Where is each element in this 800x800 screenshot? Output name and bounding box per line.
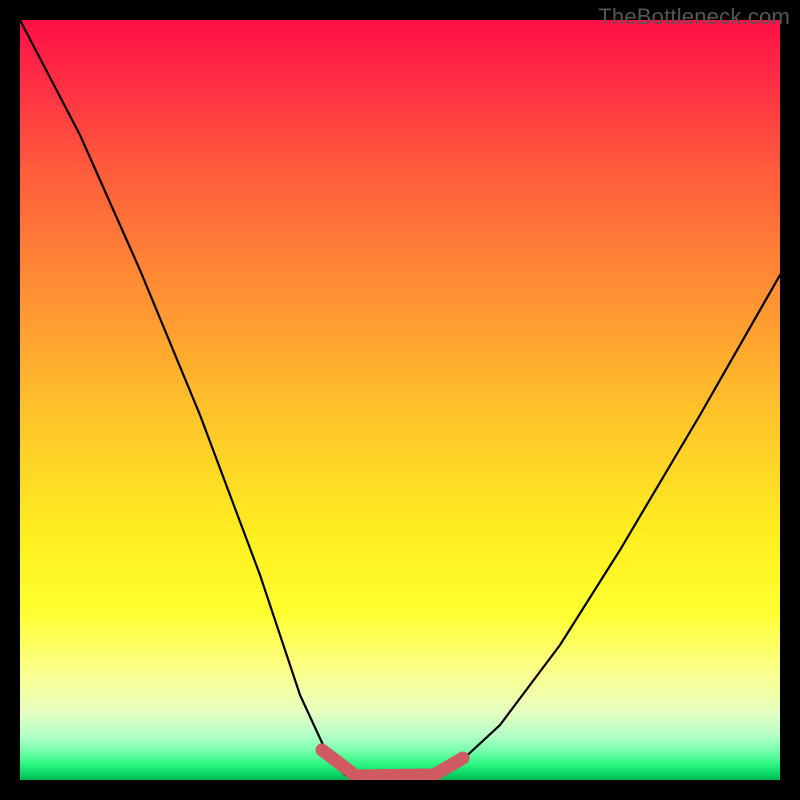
bottleneck-curve	[20, 20, 780, 780]
curve-layer	[20, 20, 780, 780]
valley-highlight	[322, 750, 463, 776]
watermark-text: TheBottleneck.com	[598, 4, 790, 30]
chart-frame: TheBottleneck.com	[0, 0, 800, 800]
plot-area	[20, 20, 780, 780]
